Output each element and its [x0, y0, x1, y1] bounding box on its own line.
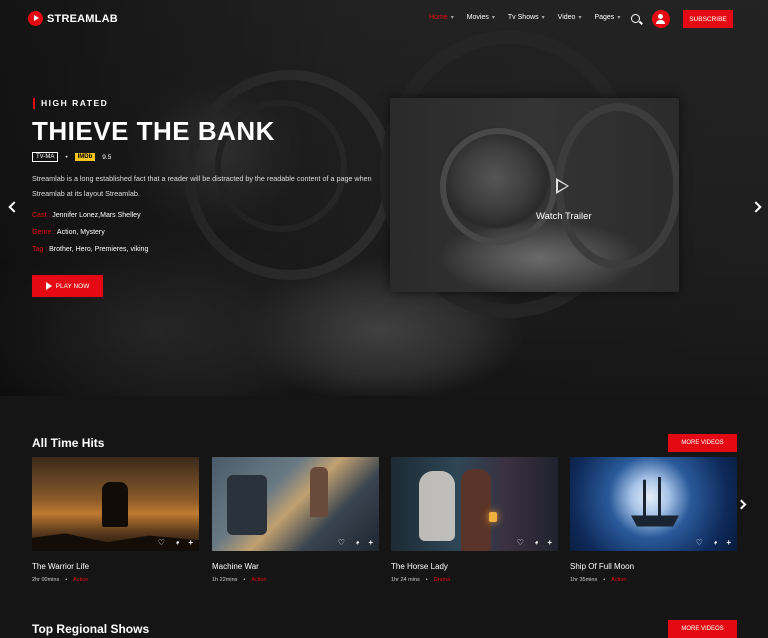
trailer-preview[interactable]: Watch Trailer [390, 98, 679, 292]
movie-thumbnail[interactable] [212, 457, 379, 551]
movie-thumbnail[interactable] [32, 457, 199, 551]
movie-thumbnail[interactable] [391, 457, 558, 551]
chevron-down-icon: ▾ [491, 15, 495, 21]
imdb-score: 9.5 [102, 153, 112, 161]
tag-value[interactable]: Brother, Hero, Premieres, viking [49, 246, 148, 253]
robot-image [227, 475, 267, 535]
play-logo-icon [28, 11, 43, 26]
hero-title: THIEVE THE BANK [32, 116, 275, 146]
card-genre[interactable]: Action [611, 577, 626, 583]
play-icon [45, 282, 52, 290]
warrior-silhouette-image [102, 482, 128, 527]
play-icon[interactable] [556, 178, 569, 194]
chevron-down-icon: ▾ [541, 15, 545, 21]
more-videos-button[interactable]: MORE VIDEOS [668, 434, 737, 452]
plus-icon[interactable] [547, 538, 552, 547]
search-icon[interactable] [631, 14, 640, 23]
top-header: STREAMLAB Home ▾ Movies ▾ Tv Shows ▾ Video ▾… [0, 0, 768, 38]
card-genre[interactable]: Action [73, 577, 88, 583]
chevron-down-icon: ▾ [450, 15, 454, 21]
share-icon[interactable] [356, 538, 357, 547]
horse-image [419, 471, 455, 541]
logo-text: STREAMLAB [47, 12, 118, 25]
plus-icon[interactable] [188, 538, 193, 547]
share-icon[interactable] [535, 538, 536, 547]
card-duration: 1hr 24 mins [391, 577, 420, 583]
card-title[interactable]: Ship Of Full Moon [570, 562, 737, 571]
vault-door-thumbnail [440, 128, 557, 245]
card-genre[interactable]: Drama [434, 577, 451, 583]
user-account-button[interactable] [652, 10, 670, 28]
heart-icon[interactable] [517, 538, 524, 547]
lady-image [461, 469, 491, 551]
genre-row: Genre : Action, Mystery [32, 229, 105, 236]
vault-opening-thumbnail [555, 103, 679, 269]
lantern-image [489, 512, 497, 522]
movie-card[interactable]: The Warrior Life 2hr 00mins • Action [32, 457, 199, 583]
card-duration: 2hr 00mins [32, 577, 60, 583]
all-time-hits-title: All Time Hits [32, 436, 105, 450]
logo[interactable]: STREAMLAB [28, 11, 118, 26]
carousel-next-arrow-icon[interactable] [736, 499, 747, 510]
soldier-image [310, 467, 328, 517]
subscribe-button[interactable]: SUBSCRIBE [683, 10, 733, 28]
hero-description: Streamlab is a long established fact tha… [32, 174, 372, 198]
ship-image [631, 477, 679, 527]
card-title[interactable]: Machine War [212, 562, 379, 571]
imdb-badge: IMDb [74, 153, 96, 161]
movie-card[interactable]: Ship Of Full Moon 1hr 35mins • Action [570, 457, 737, 583]
plus-icon[interactable] [726, 538, 731, 547]
movie-card[interactable]: Machine War 1h 22mins • Action [212, 457, 379, 583]
cast-row: Cast : Jennifer Lonez,Mars Shelley [32, 212, 141, 219]
more-videos-button[interactable]: MORE VIDEOS [668, 620, 737, 638]
plus-icon[interactable] [368, 538, 373, 547]
card-title[interactable]: The Horse Lady [391, 562, 558, 571]
card-genre[interactable]: Action [251, 577, 266, 583]
top-regional-shows-title: Top Regional Shows [32, 622, 150, 636]
hero-tagline: HIGH RATED [33, 98, 108, 109]
movie-card[interactable]: The Horse Lady 1hr 24 mins • Drama [391, 457, 558, 583]
share-icon[interactable] [176, 538, 177, 547]
card-title[interactable]: The Warrior Life [32, 562, 199, 571]
genre-value[interactable]: Action, Mystery [57, 229, 105, 236]
heart-icon[interactable] [338, 538, 345, 547]
cast-value[interactable]: Jennifer Lonez,Mars Shelley [52, 212, 140, 219]
nav-item-home[interactable]: Home ▾ [429, 14, 454, 21]
main-nav: Home ▾ Movies ▾ Tv Shows ▾ Video ▾ Pages ▾ [429, 14, 633, 21]
movie-thumbnail[interactable] [570, 457, 737, 551]
share-icon[interactable] [714, 538, 715, 547]
hero-meta: TV-MA • IMDb 9.5 [32, 152, 111, 162]
chevron-down-icon: ▾ [578, 15, 582, 21]
heart-icon[interactable] [696, 538, 703, 547]
play-now-button[interactable]: PLAY NOW [32, 275, 103, 297]
nav-item-video[interactable]: Video ▾ [558, 14, 582, 21]
watch-trailer-label[interactable]: Watch Trailer [536, 211, 592, 222]
card-duration: 1h 22mins [212, 577, 238, 583]
heart-icon[interactable] [158, 538, 165, 547]
nav-item-pages[interactable]: Pages ▾ [594, 14, 620, 21]
nav-item-movies[interactable]: Movies ▾ [467, 14, 495, 21]
nav-item-tv-shows[interactable]: Tv Shows ▾ [508, 14, 545, 21]
chevron-down-icon: ▾ [617, 15, 621, 21]
age-rating-badge: TV-MA [32, 152, 59, 162]
tag-row: Tag : Brother, Hero, Premieres, viking [32, 246, 149, 253]
card-duration: 1hr 35mins [570, 577, 598, 583]
